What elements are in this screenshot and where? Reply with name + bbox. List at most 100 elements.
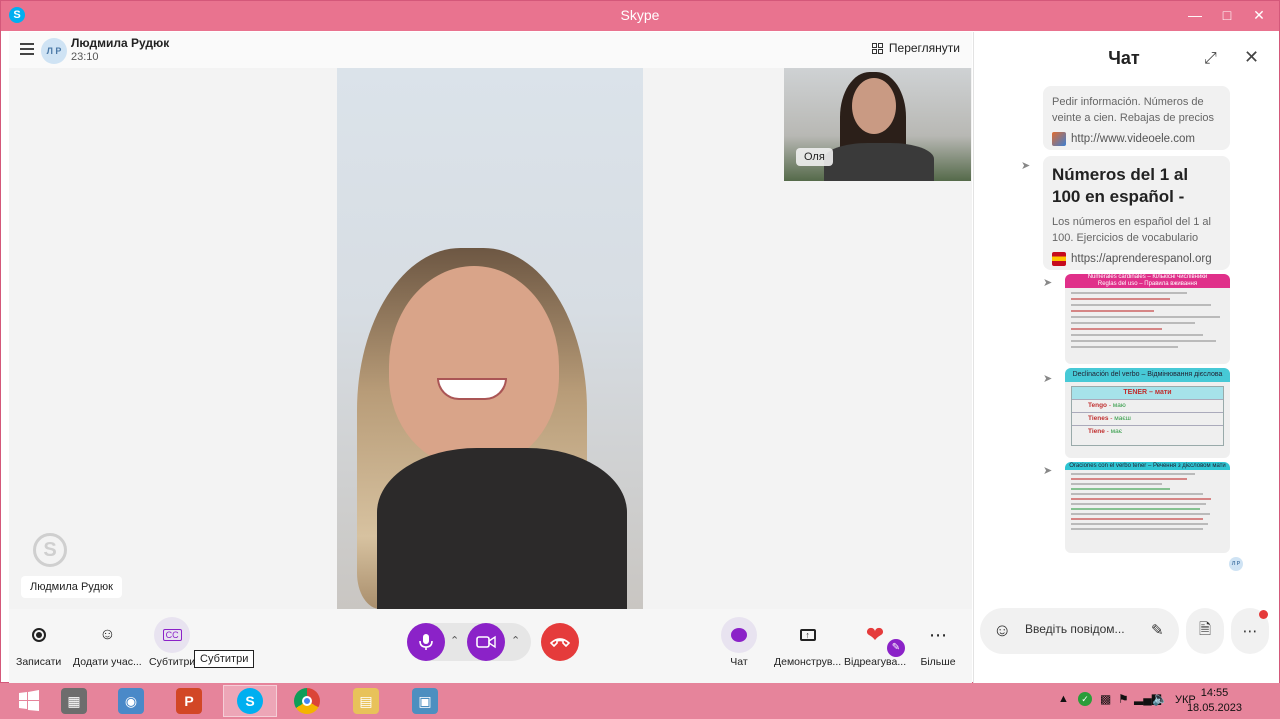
subtitles-label: Субтитри [149, 656, 196, 668]
reaction-pen-icon[interactable]: ✎ [887, 639, 905, 657]
share-screen-label: Демонструв... [774, 656, 842, 668]
image-message[interactable]: Numerales cardinales – Кількісні числівн… [1065, 274, 1230, 364]
menu-icon[interactable] [20, 43, 34, 55]
record-icon [21, 617, 57, 653]
link-url-row[interactable]: https://aprenderespanol.org [1052, 252, 1221, 266]
react-label: Відреагува... [844, 656, 907, 668]
hang-up-button[interactable] [541, 623, 579, 661]
message-input[interactable] [1025, 622, 1143, 636]
close-chat-icon[interactable]: ✕ [1244, 47, 1259, 68]
link-description: Los números en español del 1 al 100. Eje… [1052, 216, 1211, 244]
volume-icon[interactable]: 🔈 [1152, 691, 1168, 707]
title-bar: S Skype — □ ✕ [1, 1, 1279, 31]
verb-form: Tengo [1088, 402, 1108, 409]
show-hidden-icons-chevron-icon[interactable]: ▲ [1058, 693, 1069, 705]
expand-icon[interactable]: ⤢ [1204, 50, 1217, 68]
taskbar-app-skype[interactable]: S [223, 685, 277, 717]
link-url-row[interactable]: http://www.videoele.com [1052, 132, 1221, 146]
notification-dot [1259, 610, 1268, 619]
pip-body-shape [824, 143, 934, 181]
close-window-icon[interactable]: ✕ [1247, 5, 1271, 25]
skype-window: S Skype — □ ✕ Л Р Людмила Рудюк 23:10 Пе… [0, 0, 1280, 683]
subtitles-button[interactable]: CC Субтитри [149, 617, 195, 668]
clock-time: 14:55 [1200, 687, 1229, 699]
verb-table-header: TENER – мати [1072, 387, 1223, 399]
chat-button[interactable]: Чат [721, 617, 757, 668]
taskbar-clock[interactable]: 14:55 18.05.2023 [1187, 686, 1242, 716]
image-message[interactable]: Oraciones con el verbo tener – Речення з… [1065, 462, 1230, 553]
call-area: Л Р Людмила Рудюк 23:10 Переглянути Оля … [9, 32, 972, 683]
cc-icon: CC [154, 617, 191, 653]
call-duration: 23:10 [71, 51, 99, 63]
format-pen-icon[interactable]: ✎ [1151, 621, 1164, 639]
verb-table: TENER – мати Tengo - маю Tienes - маєш T… [1071, 386, 1224, 446]
window-title: Skype [620, 7, 660, 23]
toolbox-icon: ▦ [61, 688, 87, 714]
maximize-icon[interactable]: □ [1215, 5, 1239, 25]
powerpoint-icon: P [176, 688, 202, 714]
security-check-icon[interactable]: ✓ [1078, 692, 1092, 706]
windows-taskbar: ▦ ◉ P S ▤ ▣ ▲ ✓ ▩ ⚑ ▂▄▆ 🔈 УКР 14:55 18.0… [0, 683, 1280, 719]
taskbar-app-explorer-tools[interactable]: ▦ [47, 685, 101, 717]
read-receipt-avatar: Л Р [1229, 557, 1243, 571]
verb-form: Tiene [1088, 428, 1105, 435]
more-dots-icon: ⋯ [929, 624, 947, 645]
self-video-pip[interactable]: Оля [784, 68, 971, 181]
camera-icon [476, 635, 496, 649]
link-preview-card[interactable]: Números del 1 al 100 en español - Los nú… [1043, 156, 1230, 270]
image-header-line: Numerales cardinales – Кількісні числівн… [1087, 274, 1208, 280]
caller-name: Людмила Рудюк [71, 36, 170, 50]
sent-status-icon: ➤ [1043, 373, 1053, 385]
taskbar-app-photos[interactable]: ▣ [398, 685, 452, 717]
grid-icon [871, 42, 883, 54]
video-body-shape [377, 448, 627, 609]
network-adapter-icon[interactable]: ▩ [1100, 692, 1111, 706]
call-toolbar: Записати ☺ Додати учас... CC Субтитри Су… [9, 609, 972, 683]
chat-bubble-icon [721, 617, 757, 653]
add-people-button[interactable]: ☺ Додати учас... [73, 617, 142, 668]
link-url: https://aprenderespanol.org [1071, 253, 1212, 265]
video-stage: Оля S Людмила Рудюк [9, 68, 972, 609]
more-options-button[interactable]: ⋯ Більше [920, 617, 956, 669]
hang-up-icon [550, 638, 570, 647]
pip-face-shape [852, 78, 896, 134]
minimize-icon[interactable]: — [1183, 5, 1207, 25]
taskbar-app-powerpoint[interactable]: P [162, 685, 216, 717]
image-message[interactable]: Declinación del verbo – Відмінювання діє… [1065, 368, 1230, 458]
mic-options-chevron-icon[interactable]: ⌃ [450, 634, 459, 647]
windows-logo-icon [19, 690, 39, 711]
taskbar-app-paint[interactable]: ◉ [104, 685, 158, 717]
image-header-band: Declinación del verbo – Відмінювання діє… [1065, 368, 1230, 382]
sent-status-icon: ➤ [1043, 465, 1053, 477]
attach-file-button[interactable]: 🗎 [1186, 608, 1224, 654]
emoji-icon[interactable]: ☺ [993, 620, 1011, 641]
mute-button[interactable] [407, 623, 445, 661]
record-label: Записати [16, 656, 62, 668]
skype-watermark-icon: S [33, 533, 67, 567]
image-header-line: Reglas del uso – Правила вживання [1097, 281, 1198, 287]
palette-icon: ◉ [118, 688, 144, 714]
share-screen-button[interactable]: ↑ Демонструв... [774, 617, 841, 668]
link-url: http://www.videoele.com [1071, 133, 1196, 145]
message-composer: ☺ ✎ [980, 608, 1179, 654]
videoele-favicon-icon [1052, 132, 1066, 146]
view-label: Переглянути [888, 41, 960, 55]
flag-icon[interactable]: ⚑ [1118, 692, 1129, 706]
record-button[interactable]: Записати [16, 617, 61, 668]
view-button[interactable]: Переглянути [871, 41, 960, 55]
subtitles-tooltip: Субтитри [194, 650, 255, 668]
skype-icon: S [237, 688, 263, 714]
taskbar-app-chrome[interactable] [280, 685, 334, 717]
link-preview-card[interactable]: Pedir información. Números de veinte a c… [1043, 86, 1230, 150]
video-options-chevron-icon[interactable]: ⌃ [511, 634, 520, 647]
call-header: Л Р Людмила Рудюк 23:10 Переглянути [9, 32, 972, 68]
video-face-shape [389, 266, 559, 466]
add-people-label: Додати учас... [73, 656, 142, 668]
verb-form: Tienes [1088, 415, 1109, 422]
taskbar-app-file-explorer[interactable]: ▤ [339, 685, 393, 717]
caller-avatar[interactable]: Л Р [41, 38, 67, 64]
link-title: Números del 1 al 100 en español - [1052, 165, 1189, 206]
verb-translation: маєш [1114, 415, 1131, 422]
folder-icon: ▤ [353, 688, 379, 714]
video-button[interactable] [467, 623, 505, 661]
